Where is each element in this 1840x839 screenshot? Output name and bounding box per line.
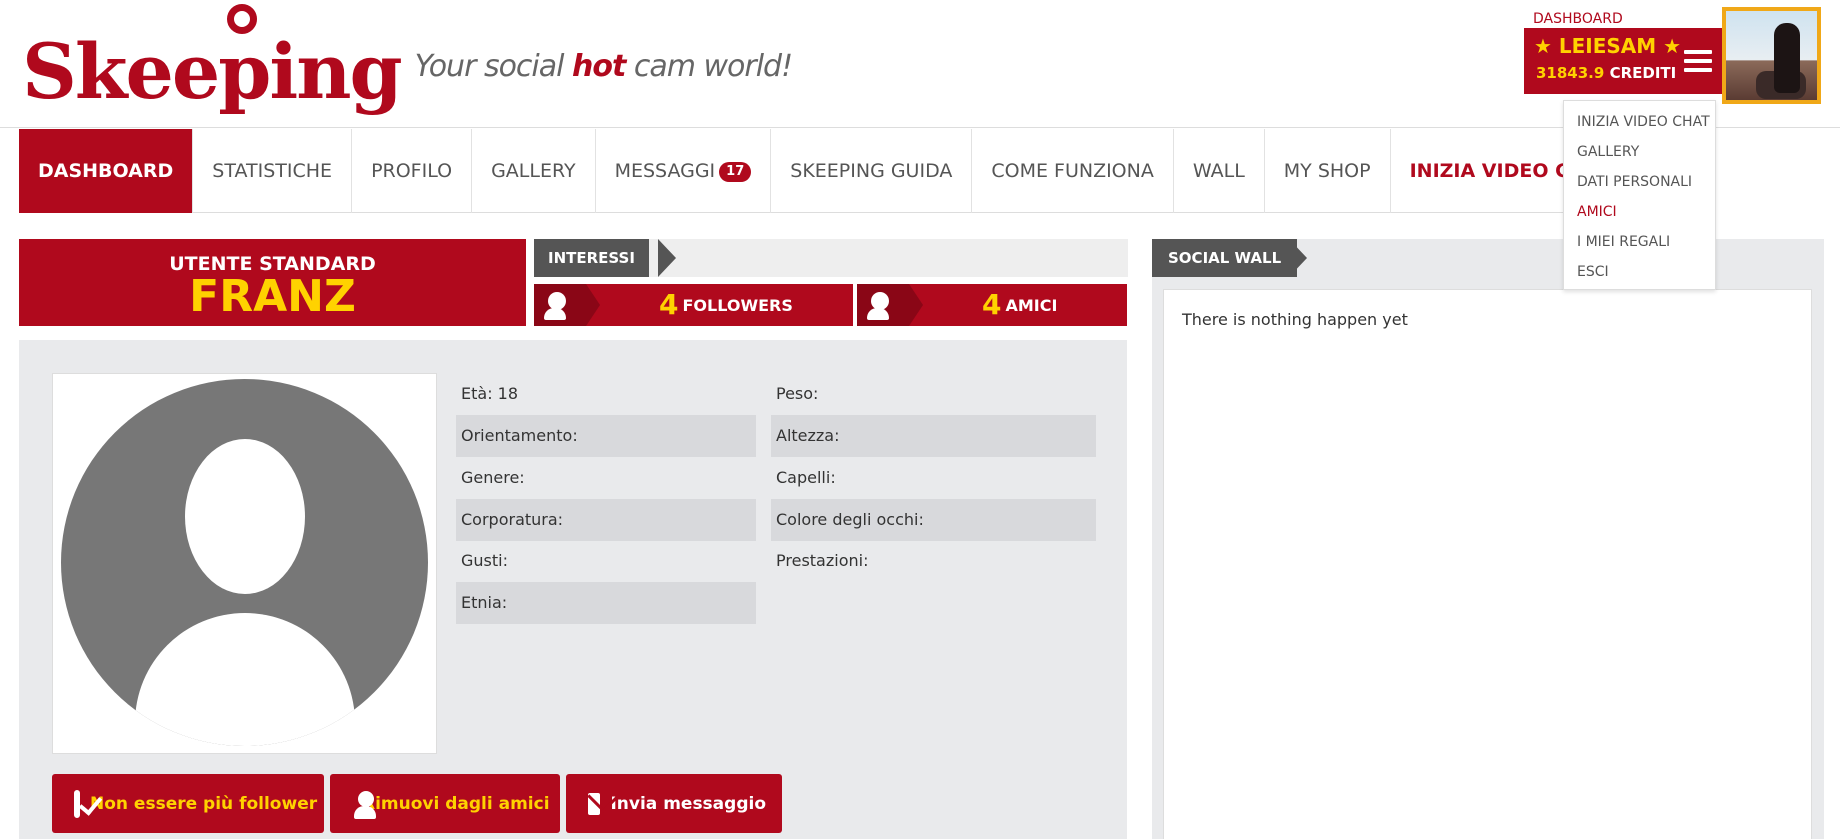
remove-friend-button[interactable]: Rimuovi dagli amici (330, 774, 560, 833)
field-gusti: Gusti: (461, 551, 508, 570)
field-capelli: Capelli: (776, 468, 836, 487)
nav-gallery[interactable]: GALLERY (472, 129, 596, 213)
friends-stat[interactable]: 4 AMICI (857, 284, 1127, 326)
menu-item-friends[interactable]: AMICI (1577, 197, 1715, 227)
nav-wall[interactable]: WALL (1174, 129, 1265, 213)
social-wall-title: SOCIAL WALL (1152, 239, 1298, 277)
wall-empty-message: There is nothing happen yet (1182, 310, 1408, 329)
social-wall-panel: SOCIAL WALL There is nothing happen yet (1152, 239, 1824, 839)
account-username: ★ LEIESAM ★ (1534, 34, 1682, 58)
field-corporatura: Corporatura: (456, 499, 756, 541)
profile-panel: Età: 18 Peso: Orientamento: Altezza: Gen… (19, 340, 1127, 839)
field-genere: Genere: (461, 468, 525, 487)
field-etnia: Etnia: (456, 582, 756, 624)
envelope-icon (588, 792, 601, 815)
nav-dashboard[interactable]: DASHBOARD (19, 129, 194, 213)
field-altezza: Altezza: (771, 415, 1096, 457)
dashboard-link[interactable]: DASHBOARD (1533, 11, 1623, 27)
friends-count: 4 (982, 288, 1002, 321)
unfollow-label: Non essere più follower (90, 793, 318, 814)
nav-shop[interactable]: MY SHOP (1265, 129, 1391, 213)
send-message-button[interactable]: Invia messaggio (566, 774, 782, 833)
unfollow-button[interactable]: Non essere più follower (52, 774, 324, 833)
logo-wordmark: Skeeping (22, 27, 403, 116)
check-icon (74, 789, 80, 818)
follower-icon (534, 284, 600, 326)
nav-messaggi[interactable]: MESSAGGI 17 (596, 129, 772, 213)
messages-count-badge: 17 (719, 162, 752, 182)
social-wall-feed: There is nothing happen yet (1163, 289, 1812, 839)
profile-photo (52, 373, 437, 754)
remove-friend-label: Rimuovi dagli amici (362, 793, 550, 814)
menu-item-gifts[interactable]: I MIEI REGALI (1577, 227, 1715, 257)
profile-actions: Non essere più follower Rimuovi dagli am… (52, 774, 782, 833)
default-avatar-icon (61, 379, 428, 746)
profile-username: FRANZ (189, 271, 356, 322)
nav-profilo[interactable]: PROFILO (352, 129, 473, 213)
nav-come-funziona[interactable]: COME FUNZIONA (972, 129, 1174, 213)
nav-messaggi-label: MESSAGGI (614, 160, 716, 182)
page: Skeeping Your social hot cam world! DASH… (0, 0, 1840, 839)
menu-item-gallery[interactable]: GALLERY (1577, 137, 1715, 167)
nav-guida[interactable]: SKEEPING GUIDA (771, 129, 973, 213)
logo-ring-icon (227, 4, 257, 34)
account-dropdown-menu: INIZIA VIDEO CHAT GALLERY DATI PERSONALI… (1563, 100, 1716, 290)
interests-label: INTERESSI (534, 239, 649, 277)
interests-header: INTERESSI (534, 239, 1128, 277)
site-logo[interactable]: Skeeping Your social hot cam world! (22, 4, 793, 116)
followers-stat[interactable]: 4 FOLLOWERS (534, 284, 853, 326)
field-occhi: Colore degli occhi: (771, 499, 1096, 541)
friends-label: AMICI (1005, 296, 1058, 315)
followers-count: 4 (659, 288, 679, 321)
menu-icon[interactable] (1684, 50, 1712, 72)
menu-item-personal-data[interactable]: DATI PERSONALI (1577, 167, 1715, 197)
menu-item-logout[interactable]: ESCI (1577, 257, 1715, 287)
followers-label: FOLLOWERS (682, 296, 793, 315)
field-orientamento: Orientamento: (456, 415, 756, 457)
field-eta: Età: 18 (461, 384, 519, 403)
field-prestazioni: Prestazioni: (776, 551, 869, 570)
account-credits: 31843.9 CREDITI (1536, 62, 1676, 84)
account-avatar[interactable] (1722, 7, 1821, 104)
nav-statistiche[interactable]: STATISTICHE (193, 129, 353, 213)
credits-label: CREDITI (1609, 64, 1677, 82)
friend-icon (857, 284, 923, 326)
send-message-label: Invia messaggio (610, 793, 766, 814)
site-tagline: Your social hot cam world! (414, 49, 793, 84)
field-peso: Peso: (776, 384, 819, 403)
account-box[interactable]: ★ LEIESAM ★ 31843.9 CREDITI (1524, 28, 1724, 94)
profile-user-banner: UTENTE STANDARD FRANZ (19, 239, 526, 326)
main-nav: DASHBOARD STATISTICHE PROFILO GALLERY ME… (19, 129, 1631, 213)
menu-item-video-chat[interactable]: INIZIA VIDEO CHAT (1577, 107, 1715, 137)
credits-value: 31843.9 (1536, 64, 1605, 82)
